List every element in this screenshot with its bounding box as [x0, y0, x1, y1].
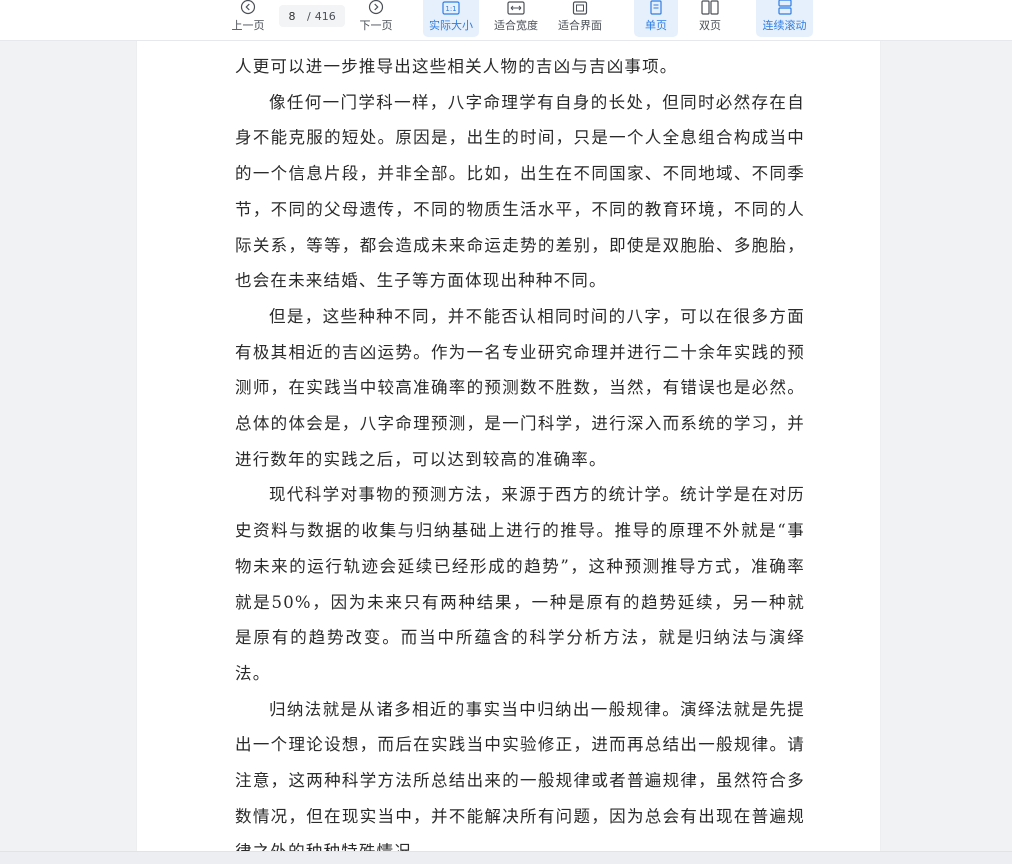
paragraph: 但是，这些种种不同，并不能否认相同时间的八字，可以在很多方面有极其相近的吉凶运势…: [235, 306, 805, 469]
page-indicator: / 416: [279, 5, 345, 27]
fit-width-label: 适合宽度: [494, 19, 538, 32]
fit-page-label: 适合界面: [558, 19, 602, 32]
bottom-bar: [0, 851, 1012, 864]
paragraph: 像任何一门学科一样，八字命理学有自身的长处，但同时必然存在自身不能克服的短处。原…: [235, 92, 805, 291]
chevron-right-circle-icon: [368, 0, 384, 15]
paragraph: 现代科学对事物的预测方法，来源于西方的统计学。统计学是在对历史资料与数据的收集与…: [235, 485, 805, 683]
page-text-column: 人更可以进一步推导出这些相关人物的吉凶与吉凶事项。 像任何一门学科一样，八字命理…: [235, 49, 805, 851]
total-pages: 416: [314, 9, 336, 23]
actual-size-label: 实际大小: [429, 19, 473, 32]
double-page-icon: [701, 0, 719, 15]
next-page-label: 下一页: [359, 19, 393, 32]
continuous-scroll-button[interactable]: 连续滚动: [756, 0, 813, 37]
prev-page-button[interactable]: 上一页: [226, 0, 270, 37]
next-page-button[interactable]: 下一页: [354, 0, 398, 37]
double-page-button[interactable]: 双页: [688, 0, 732, 37]
paragraph: 归纳法就是从诸多相近的事实当中归纳出一般规律。演绎法就是先提出一个理论设想，而后…: [235, 699, 805, 851]
actual-size-button[interactable]: 1:1 实际大小: [423, 0, 479, 37]
actual-size-icon: 1:1: [442, 0, 460, 15]
chevron-left-circle-icon: [240, 0, 256, 15]
paragraph: 人更可以进一步推导出这些相关人物的吉凶与吉凶事项。: [235, 57, 678, 76]
reader-toolbar: 上一页 / 416 下一页 1:1 实际大小 适合宽度 适合界面 单页: [0, 0, 1012, 41]
fit-page-button[interactable]: 适合界面: [553, 0, 607, 37]
page-separator: /: [307, 9, 311, 23]
fit-width-icon: [507, 0, 525, 15]
double-page-label: 双页: [699, 19, 721, 32]
single-page-icon: [650, 0, 662, 15]
fit-page-icon: [572, 0, 588, 15]
document-viewport[interactable]: 人更可以进一步推导出这些相关人物的吉凶与吉凶事项。 像任何一门学科一样，八字命理…: [0, 41, 1012, 851]
continuous-scroll-icon: [777, 0, 793, 15]
prev-page-label: 上一页: [231, 19, 265, 32]
svg-text:1:1: 1:1: [445, 5, 456, 13]
single-page-button[interactable]: 单页: [634, 0, 678, 37]
page-number-input[interactable]: [279, 9, 305, 23]
single-page-label: 单页: [645, 19, 667, 32]
document-page: 人更可以进一步推导出这些相关人物的吉凶与吉凶事项。 像任何一门学科一样，八字命理…: [137, 41, 880, 851]
fit-width-button[interactable]: 适合宽度: [489, 0, 543, 37]
continuous-scroll-label: 连续滚动: [762, 19, 807, 32]
